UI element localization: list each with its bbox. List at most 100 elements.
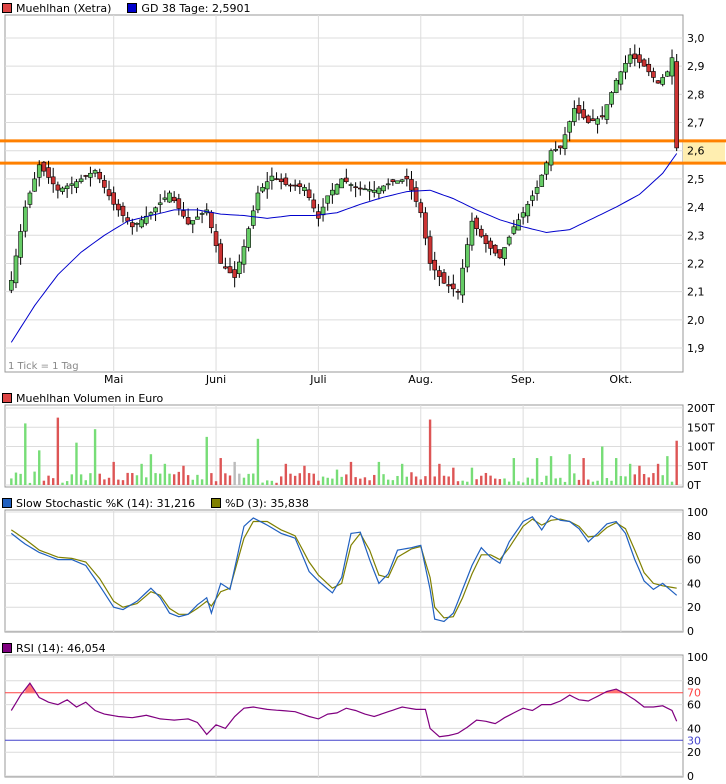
- price-candle-body: [655, 80, 661, 84]
- volume-bar: [19, 473, 22, 485]
- volume-bar: [126, 472, 129, 485]
- volume-bar: [568, 454, 571, 485]
- price-candle-body: [325, 195, 331, 204]
- price-candle-body: [32, 178, 37, 192]
- price-candle-body: [320, 206, 326, 216]
- volume-bar: [359, 478, 362, 485]
- volume-bar: [154, 473, 157, 485]
- volume-bar: [168, 473, 171, 485]
- price-candle-body: [302, 187, 307, 191]
- month-axis-label: Juni: [205, 373, 226, 386]
- price-candle-body: [255, 192, 261, 211]
- volume-bar: [284, 463, 288, 485]
- volume-bar: [405, 476, 409, 485]
- volume-bar: [535, 458, 539, 485]
- volume-bar: [112, 461, 115, 485]
- price-candle-body: [129, 222, 135, 228]
- volume-tick-label: 50T: [687, 460, 708, 473]
- volume-bar: [601, 446, 604, 485]
- volume-bar: [545, 475, 548, 485]
- volume-bar: [38, 450, 41, 485]
- volume-bar: [84, 480, 87, 485]
- volume-bar: [363, 477, 367, 485]
- price-candle-body: [478, 228, 484, 237]
- price-candle-body: [120, 205, 126, 216]
- price-candle-body: [530, 195, 535, 201]
- volume-bar: [638, 465, 641, 485]
- volume-bar: [633, 474, 636, 485]
- volume-bar: [200, 479, 204, 485]
- volume-tick-label: 150T: [687, 421, 715, 434]
- price-candle-body: [78, 178, 84, 182]
- price-candle-body: [357, 187, 363, 190]
- price-candle-body: [288, 184, 293, 187]
- volume-bar: [307, 473, 311, 485]
- price-candle-body: [474, 217, 479, 229]
- volume-bar: [196, 474, 199, 485]
- price-candle-body: [278, 178, 284, 183]
- volume-bar: [642, 474, 646, 485]
- volume-bar: [461, 480, 464, 485]
- volume-bar: [354, 477, 357, 485]
- price-candle-body: [413, 187, 419, 202]
- volume-tick-label: 100T: [687, 441, 715, 454]
- stoch-tick-label: 80: [687, 530, 701, 543]
- price-candle-body: [404, 175, 410, 180]
- price-candle-body: [437, 270, 442, 277]
- price-tick-label: 2,9: [687, 60, 705, 73]
- price-candle-body: [362, 188, 368, 191]
- volume-bar: [321, 476, 325, 485]
- price-tick-label: 2,2: [687, 257, 705, 270]
- price-candle-body: [64, 185, 70, 189]
- price-candle-body: [176, 198, 182, 209]
- price-candle-body: [348, 184, 354, 186]
- volume-bar: [428, 419, 432, 485]
- price-candle-body: [344, 177, 349, 183]
- volume-bar: [326, 477, 329, 485]
- volume-bar: [163, 463, 167, 485]
- volume-bar: [228, 475, 232, 485]
- price-candle-body: [623, 63, 628, 73]
- price-candle-body: [492, 244, 498, 254]
- volume-bar: [503, 478, 506, 485]
- volume-bar: [559, 477, 562, 485]
- price-tick-label: 2,7: [687, 117, 705, 130]
- price-tick-label: 3,0: [687, 32, 705, 45]
- price-candle-body: [427, 236, 433, 264]
- price-candle-body: [292, 184, 298, 187]
- price-candle-body: [157, 202, 163, 205]
- price-candle-body: [88, 172, 93, 178]
- price-candle-body: [674, 61, 679, 149]
- price-candle-body: [246, 228, 251, 248]
- volume-bar: [628, 463, 632, 485]
- volume-bar: [14, 472, 18, 485]
- price-candle-body: [330, 189, 335, 196]
- price-candle-body: [311, 199, 317, 209]
- volume-bar: [573, 473, 576, 485]
- volume-bar: [10, 478, 13, 485]
- volume-bar: [172, 474, 176, 485]
- volume-bar: [605, 478, 609, 485]
- volume-bar: [396, 475, 399, 485]
- price-candle-body: [539, 174, 545, 187]
- volume-bar: [447, 476, 450, 485]
- price-candle-body: [339, 178, 344, 189]
- volume-bar: [549, 456, 553, 485]
- rsi-reference-label: 70: [687, 687, 701, 700]
- month-axis-label: Okt.: [609, 373, 632, 386]
- volume-bar: [377, 461, 381, 485]
- volume-bar: [647, 477, 650, 485]
- volume-tick-label: 200T: [687, 402, 715, 415]
- volume-bar: [205, 436, 208, 485]
- volume-bar: [107, 477, 111, 485]
- price-candle-body: [646, 63, 652, 73]
- volume-tick-label: 0T: [687, 479, 701, 492]
- volume-bar: [149, 454, 153, 485]
- volume-bar: [340, 476, 343, 485]
- price-candle-body: [209, 211, 214, 229]
- price-candle-body: [455, 290, 461, 293]
- price-candle-body: [18, 231, 23, 258]
- price-candle-body: [469, 220, 475, 246]
- price-candle-body: [562, 134, 568, 149]
- volume-bar: [438, 463, 441, 485]
